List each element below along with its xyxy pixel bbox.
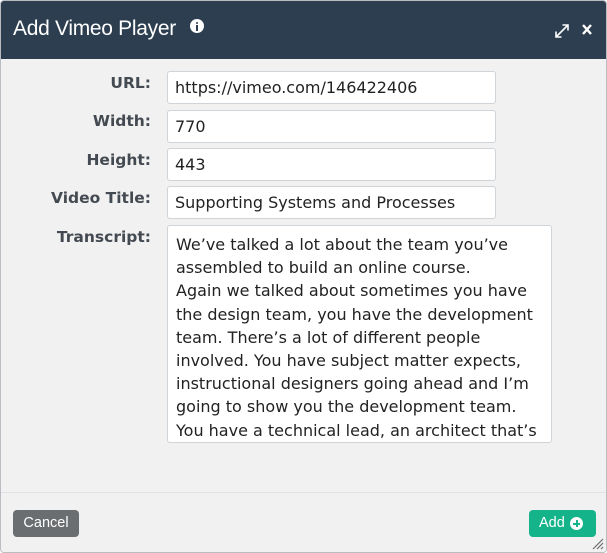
add-button[interactable]: Add	[529, 510, 596, 537]
transcript-label: Transcript:	[56, 228, 151, 246]
resize-grip-graphic	[592, 538, 604, 550]
close-icon[interactable]	[581, 22, 593, 36]
expand-icon-graphic	[555, 24, 569, 38]
video-title-field[interactable]	[167, 186, 496, 219]
height-label: Height:	[86, 151, 151, 169]
info-icon[interactable]	[190, 19, 204, 33]
url-field[interactable]	[167, 71, 496, 104]
add-vimeo-player-dialog: Add Vimeo Player URL: Width: Height: Vid…	[0, 0, 607, 553]
dialog-title: Add Vimeo Player	[13, 17, 176, 40]
cancel-button[interactable]: Cancel	[13, 510, 79, 537]
transcript-field[interactable]	[167, 225, 552, 443]
width-label: Width:	[92, 112, 151, 130]
plus-circle-icon	[570, 517, 583, 530]
width-field[interactable]	[167, 110, 496, 143]
add-button-label: Add	[539, 515, 565, 531]
expand-icon[interactable]	[554, 23, 570, 39]
resize-grip-icon[interactable]	[591, 537, 604, 550]
dialog-titlebar[interactable]: Add Vimeo Player	[1, 1, 606, 59]
video-title-label: Video Title:	[50, 189, 151, 207]
height-field[interactable]	[167, 148, 496, 181]
close-icon-graphic	[582, 24, 592, 35]
dialog-footer: Cancel Add	[1, 492, 606, 552]
url-label: URL:	[110, 74, 151, 92]
